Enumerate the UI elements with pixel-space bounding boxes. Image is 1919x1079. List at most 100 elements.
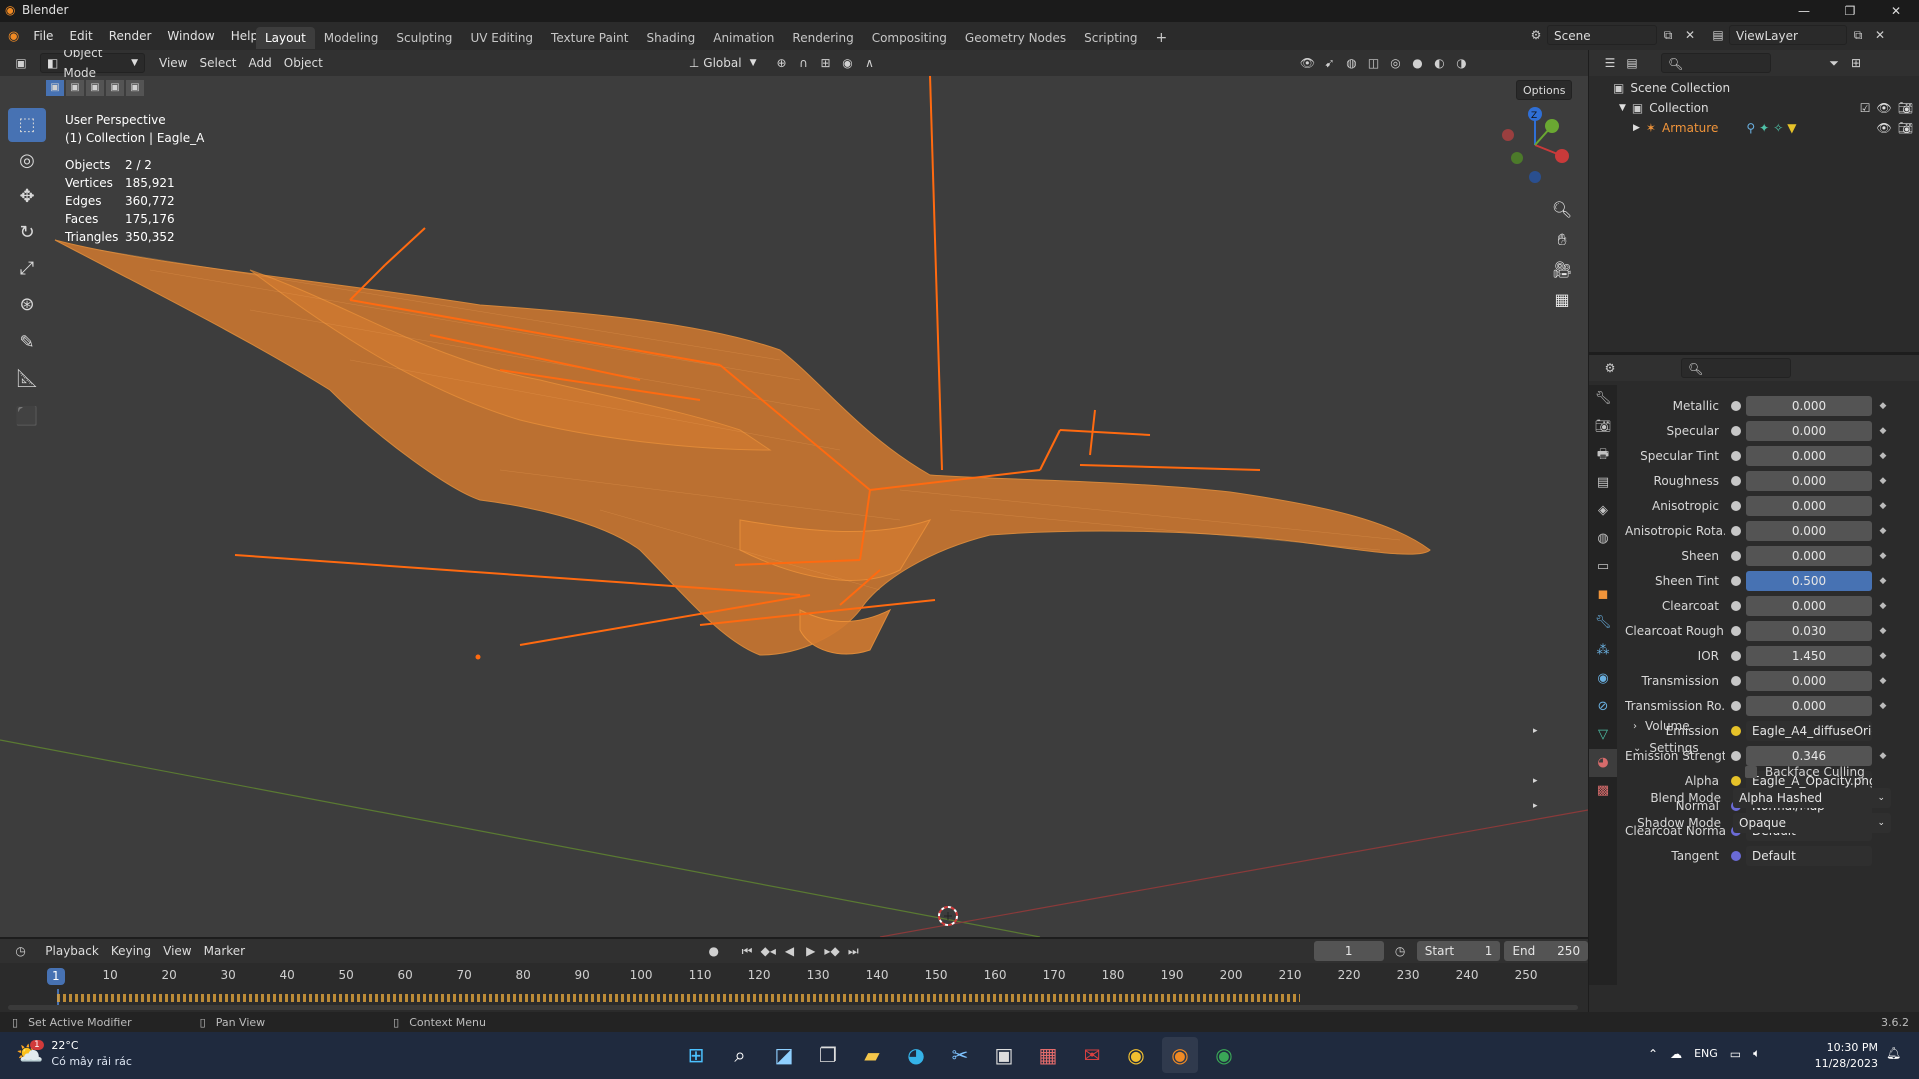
stopwatch-icon[interactable]: ◷ bbox=[1390, 941, 1411, 961]
select-subtract-icon[interactable]: ▣ bbox=[86, 80, 104, 96]
pan-hand-icon[interactable]: ✋︎ bbox=[1549, 227, 1575, 253]
property-value-field[interactable]: 0.000 bbox=[1746, 420, 1872, 441]
keyframe-dot-icon[interactable]: ◆ bbox=[1876, 651, 1890, 661]
keyframe-dot-icon[interactable]: ◆ bbox=[1876, 576, 1890, 586]
camera-icon[interactable]: 🎥︎ bbox=[1549, 257, 1575, 283]
record-icon[interactable]: ● bbox=[703, 941, 724, 961]
jump-start-icon[interactable]: ⏮ bbox=[736, 941, 757, 961]
property-value-field[interactable]: 0.000 bbox=[1746, 545, 1872, 566]
play-icon[interactable]: ▶ bbox=[800, 941, 821, 961]
current-frame-field[interactable]: 1 bbox=[1313, 941, 1384, 961]
property-value-field[interactable]: 0.000 bbox=[1746, 395, 1872, 416]
armature-row[interactable]: ▶ ✶ Armature ⚲ ✦ ✧ ▼ 👁︎ 📷︎ bbox=[1613, 118, 1913, 138]
socket-dot-icon[interactable] bbox=[1731, 850, 1741, 861]
socket-dot-icon[interactable] bbox=[1731, 450, 1741, 461]
collection-tab-icon[interactable]: ▭ bbox=[1589, 553, 1617, 581]
menu-object[interactable]: Object bbox=[278, 53, 329, 73]
volume-panel-header[interactable]: › Volume bbox=[1633, 715, 1913, 737]
socket-dot-icon[interactable] bbox=[1731, 500, 1741, 511]
eye-icon[interactable]: 👁︎ bbox=[1877, 98, 1892, 118]
expand-icon[interactable]: ▸ bbox=[1533, 801, 1538, 811]
checkbox-icon[interactable] bbox=[1745, 766, 1757, 778]
xray-icon[interactable]: ◫ bbox=[1363, 53, 1385, 73]
blender-app-icon[interactable]: ◉ bbox=[1162, 1037, 1198, 1073]
tab-rendering[interactable]: Rendering bbox=[783, 27, 862, 49]
menu-marker[interactable]: Marker bbox=[198, 941, 251, 961]
property-value-field[interactable]: 0.000 bbox=[1746, 445, 1872, 466]
scene-icon[interactable]: ⚙ bbox=[1525, 25, 1547, 45]
rotate-tool-icon[interactable]: ↻ bbox=[8, 216, 46, 250]
3d-viewport[interactable]: ▣ ◧ Object Mode ▼ View Select Add Object… bbox=[0, 50, 1588, 937]
zoom-icon[interactable]: 🔍︎ bbox=[1549, 197, 1575, 223]
prev-keyframe-icon[interactable]: ◆◂ bbox=[758, 941, 779, 961]
property-value-field[interactable]: 0.000 bbox=[1746, 695, 1872, 716]
keyframe-dot-icon[interactable]: ◆ bbox=[1876, 476, 1890, 486]
view-layer-icon[interactable]: ▤ bbox=[1707, 25, 1729, 45]
gizmo-toggle-icon[interactable]: ➹ bbox=[1319, 53, 1341, 73]
property-value-field[interactable]: 0.500 bbox=[1746, 570, 1872, 591]
blender-menu-icon[interactable]: ◉ bbox=[8, 29, 19, 44]
socket-dot-icon[interactable] bbox=[1731, 625, 1741, 636]
expand-icon[interactable]: ▸ bbox=[1533, 726, 1538, 736]
camera-render-icon[interactable]: 📷︎ bbox=[1898, 118, 1913, 138]
socket-dot-icon[interactable] bbox=[1731, 775, 1741, 786]
annotate-tool-icon[interactable]: ✎ bbox=[8, 326, 46, 360]
language-indicator[interactable]: ENG bbox=[1694, 1047, 1718, 1060]
blend-mode-select[interactable]: Alpha Hashed ⌄ bbox=[1733, 787, 1891, 808]
menu-add[interactable]: Add bbox=[243, 53, 278, 73]
tab-shading[interactable]: Shading bbox=[637, 27, 704, 49]
eye-icon[interactable]: 👁︎ bbox=[1877, 118, 1892, 138]
select-box-tool-icon[interactable]: ⬚ bbox=[8, 108, 46, 142]
move-tool-icon[interactable]: ✥ bbox=[8, 180, 46, 214]
keyframe-dot-icon[interactable]: ◆ bbox=[1876, 601, 1890, 611]
new-collection-icon[interactable]: ⊞ bbox=[1845, 53, 1867, 73]
pivot-icon[interactable]: ⊕ bbox=[771, 53, 793, 73]
bone-icon[interactable]: ✧ bbox=[1773, 118, 1783, 138]
measure-tool-icon[interactable]: 📐︎ bbox=[8, 362, 46, 396]
property-value-field[interactable]: Default bbox=[1746, 845, 1872, 866]
settings-panel-header[interactable]: ⌄ Settings bbox=[1633, 737, 1913, 759]
socket-dot-icon[interactable] bbox=[1731, 700, 1741, 711]
navigation-gizmo[interactable]: Z bbox=[1495, 105, 1575, 185]
keyframe-dot-icon[interactable]: ◆ bbox=[1876, 626, 1890, 636]
camera-render-icon[interactable]: 📷︎ bbox=[1898, 98, 1913, 118]
options-button[interactable]: Options bbox=[1516, 80, 1573, 100]
socket-dot-icon[interactable] bbox=[1731, 600, 1741, 611]
socket-dot-icon[interactable] bbox=[1731, 550, 1741, 561]
chevron-right-icon[interactable]: ▶ bbox=[1633, 118, 1640, 138]
modifier-tab-icon[interactable]: 🔧︎ bbox=[1589, 609, 1617, 637]
clock[interactable]: 10:30 PM 11/28/2023 bbox=[1812, 1040, 1878, 1072]
end-frame-field[interactable]: End 250 bbox=[1504, 941, 1589, 961]
constraints-tab-icon[interactable]: ⊘ bbox=[1589, 693, 1617, 721]
socket-dot-icon[interactable] bbox=[1731, 475, 1741, 486]
property-value-field[interactable]: 0.030 bbox=[1746, 620, 1872, 641]
object-mode-selector[interactable]: ◧ Object Mode ▼ bbox=[40, 50, 145, 80]
timeline-scrollbar[interactable] bbox=[8, 1005, 1578, 1010]
close-button[interactable]: ✕ bbox=[1873, 0, 1919, 22]
properties-search-input[interactable]: 🔍︎ bbox=[1681, 358, 1791, 378]
new-scene-icon[interactable]: ⧉ bbox=[1657, 25, 1679, 45]
pose-icon[interactable]: ✦ bbox=[1759, 118, 1769, 138]
playhead-frame-label[interactable]: 1 bbox=[47, 968, 65, 985]
edge-icon[interactable]: ◕ bbox=[898, 1037, 934, 1073]
overlay-toggle-icon[interactable]: ◍ bbox=[1341, 53, 1363, 73]
transform-tool-icon[interactable]: ⊛ bbox=[8, 288, 46, 322]
material-icon[interactable]: ▼ bbox=[1787, 118, 1796, 138]
view-layer-tab-icon[interactable]: ▤ bbox=[1589, 469, 1617, 497]
widgets-icon[interactable]: ◪ bbox=[766, 1037, 802, 1073]
collection-row[interactable]: ▼ ▣ Collection ☑ 👁︎ 📷︎ bbox=[1613, 98, 1913, 118]
checkbox-icon[interactable]: ☑ bbox=[1860, 98, 1871, 118]
start-frame-field[interactable]: Start 1 bbox=[1416, 941, 1501, 961]
proportional-edit-icon[interactable]: ◉ bbox=[837, 53, 859, 73]
new-view-layer-icon[interactable]: ⧉ bbox=[1847, 25, 1869, 45]
property-value-field[interactable]: 0.000 bbox=[1746, 470, 1872, 491]
file-explorer-icon[interactable]: ▰ bbox=[854, 1037, 890, 1073]
remove-scene-icon[interactable]: ✕ bbox=[1679, 25, 1701, 45]
output-tab-icon[interactable]: 🖶 bbox=[1589, 441, 1617, 469]
keyframe-dot-icon[interactable]: ◆ bbox=[1876, 701, 1890, 711]
maximize-button[interactable]: ❐ bbox=[1827, 0, 1873, 22]
visibility-icon[interactable]: 👁 bbox=[1297, 53, 1319, 73]
shading-material-icon[interactable]: ◐ bbox=[1429, 53, 1451, 73]
task-view-icon[interactable]: ❐ bbox=[810, 1037, 846, 1073]
backface-culling-checkbox[interactable]: Backface Culling bbox=[1745, 765, 1865, 779]
